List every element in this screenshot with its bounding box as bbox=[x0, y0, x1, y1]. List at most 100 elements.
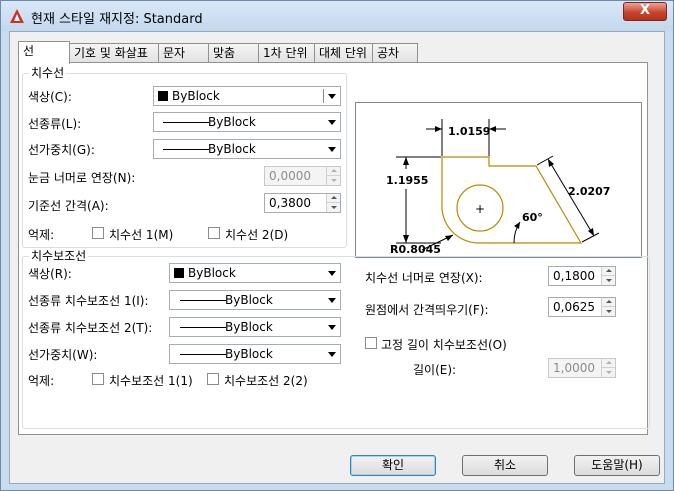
chevron-down-icon bbox=[328, 271, 336, 276]
spinner-value: 0,0625 bbox=[553, 300, 595, 314]
preview-pane: + 1.0159 1.1955 2.0207 60° R0.8045 bbox=[355, 102, 642, 258]
help-button[interactable]: 도움말(H) bbox=[574, 455, 660, 476]
combo-value: ByBlock bbox=[208, 115, 256, 129]
tab-tolerances[interactable]: 공차 bbox=[372, 43, 418, 63]
spinner-value: 0,1800 bbox=[553, 269, 595, 283]
cancel-button[interactable]: 취소 bbox=[462, 455, 548, 476]
spin-down-icon[interactable] bbox=[327, 203, 340, 212]
extend-ticks-label: 눈금 너머로 연장(N): bbox=[28, 171, 136, 185]
baseline-spacing-spinner[interactable]: 0,3800 bbox=[264, 193, 341, 213]
combo-value: ByBlock bbox=[225, 347, 273, 361]
angle-text: 60° bbox=[522, 211, 543, 224]
spinner-buttons bbox=[326, 167, 340, 185]
spinner-value: 0,3800 bbox=[269, 196, 311, 210]
extension-lines-group: 치수보조선 색상(R): ByBlock 선종류 치수보조선 1(I): ByB… bbox=[22, 249, 650, 429]
chevron-down-icon bbox=[328, 325, 336, 330]
length-label: 길이(E): bbox=[413, 363, 457, 377]
tab-primary-units[interactable]: 1차 단위 bbox=[258, 43, 315, 63]
spinner-buttons bbox=[601, 267, 615, 285]
ext-linetype2-combo[interactable]: ByBlock bbox=[169, 317, 341, 337]
spin-down-icon[interactable] bbox=[602, 368, 615, 377]
line-sample bbox=[180, 300, 226, 301]
dialog-window: 현재 스타일 재지정: Standard X 선 기호 및 화살표 문자 맞춤 … bbox=[0, 0, 674, 491]
combo-value: ByBlock bbox=[172, 89, 220, 103]
autocad-app-icon bbox=[10, 9, 24, 23]
line-sample bbox=[180, 354, 226, 355]
spin-down-icon[interactable] bbox=[602, 276, 615, 285]
combo-value: ByBlock bbox=[188, 266, 236, 280]
color-swatch bbox=[158, 91, 168, 101]
spin-up-icon[interactable] bbox=[602, 267, 615, 276]
ext-linetype2-label: 선종류 치수보조선 2(T): bbox=[28, 321, 153, 335]
suppress-ext-line-1-checkbox[interactable] bbox=[92, 373, 104, 385]
tab-alternate-units[interactable]: 대체 단위 bbox=[314, 43, 373, 63]
length-spinner[interactable]: 1,0000 bbox=[548, 358, 616, 378]
color-label: 색상(C): bbox=[28, 90, 72, 104]
combo-value: ByBlock bbox=[208, 142, 256, 156]
ext-linetype1-label: 선종류 치수보조선 1(I): bbox=[28, 294, 149, 308]
spin-up-icon[interactable] bbox=[602, 298, 615, 307]
ext-color-label: 색상(R): bbox=[28, 267, 72, 281]
tab-text[interactable]: 문자 bbox=[158, 43, 209, 63]
dim-color-combo[interactable]: ByBlock bbox=[153, 86, 341, 106]
ext-linetype1-combo[interactable]: ByBlock bbox=[169, 290, 341, 310]
dim-linetype-combo[interactable]: ByBlock bbox=[153, 112, 341, 132]
spinner-buttons bbox=[326, 194, 340, 212]
extend-ticks-spinner[interactable]: 0,0000 bbox=[264, 166, 341, 186]
chevron-down-icon bbox=[328, 298, 336, 303]
chevron-down-icon bbox=[328, 94, 336, 99]
spinner-buttons bbox=[601, 298, 615, 316]
lines-tab-page: 치수선 색상(C): ByBlock 선종류(L): ByBlock 선가중치(… bbox=[18, 62, 650, 435]
spinner-value: 0,0000 bbox=[269, 169, 311, 183]
tab-lines[interactable]: 선 bbox=[18, 41, 70, 64]
extend-beyond-label: 치수선 너머로 연장(X): bbox=[365, 271, 483, 285]
ext-lineweight-combo[interactable]: ByBlock bbox=[169, 344, 341, 364]
spin-up-icon[interactable] bbox=[602, 359, 615, 368]
title-bar[interactable]: 현재 스타일 재지정: Standard X bbox=[1, 1, 673, 31]
spin-up-icon[interactable] bbox=[327, 194, 340, 203]
spinner-buttons bbox=[601, 359, 615, 377]
chevron-down-icon bbox=[328, 120, 336, 125]
tab-fit[interactable]: 맞춤 bbox=[208, 43, 259, 63]
suppress-ext-line-2-checkbox[interactable] bbox=[207, 373, 219, 385]
dimension-left-text: 1.1955 bbox=[386, 174, 428, 187]
spin-down-icon[interactable] bbox=[602, 307, 615, 316]
close-button[interactable]: X bbox=[623, 2, 667, 21]
dim-lineweight-combo[interactable]: ByBlock bbox=[153, 139, 341, 159]
line-sample bbox=[163, 149, 209, 150]
dimension-lines-group: 치수선 색상(C): ByBlock 선종류(L): ByBlock 선가중치(… bbox=[22, 66, 347, 248]
group-title: 치수보조선 bbox=[29, 249, 89, 263]
suppress-dim-line-2-label: 치수선 2(D) bbox=[225, 228, 289, 242]
preview-part-outline bbox=[441, 156, 583, 244]
chevron-down-icon bbox=[328, 147, 336, 152]
ok-button[interactable]: 확인 bbox=[350, 455, 436, 476]
spinner-value: 1,0000 bbox=[553, 361, 595, 375]
color-swatch bbox=[174, 268, 184, 278]
center-mark: + bbox=[475, 202, 485, 216]
fixed-length-label: 고정 길이 치수보조선(O) bbox=[381, 338, 507, 352]
ext-lineweight-label: 선가중치(W): bbox=[28, 348, 98, 362]
tab-symbols-arrows[interactable]: 기호 및 화살표 bbox=[69, 43, 159, 63]
dialog-client-area: 선 기호 및 화살표 문자 맞춤 1차 단위 대체 단위 공차 치수선 색상(C… bbox=[9, 31, 665, 484]
line-sample bbox=[180, 327, 226, 328]
preview-drawing: + 1.0159 1.1955 2.0207 60° R0.8045 bbox=[386, 119, 610, 256]
offset-origin-spinner[interactable]: 0,0625 bbox=[548, 297, 616, 317]
offset-origin-label: 원점에서 간격띄우기(F): bbox=[365, 303, 489, 317]
combo-value: ByBlock bbox=[225, 320, 273, 334]
suppress-dim-line-1-checkbox[interactable] bbox=[92, 227, 104, 239]
suppress-ext-line-1-label: 치수보조선 1(1) bbox=[109, 374, 193, 388]
dimension-top-text: 1.0159 bbox=[448, 125, 490, 138]
suppress-dim-line-1-label: 치수선 1(M) bbox=[109, 228, 174, 242]
window-title: 현재 스타일 재지정: Standard bbox=[31, 12, 203, 27]
group-title: 치수선 bbox=[29, 66, 67, 80]
ext-suppress-label: 억제: bbox=[28, 374, 55, 388]
spin-down-icon[interactable] bbox=[327, 176, 340, 185]
fixed-length-checkbox[interactable] bbox=[365, 337, 377, 349]
dimension-right-text: 2.0207 bbox=[568, 185, 610, 198]
ext-color-combo[interactable]: ByBlock bbox=[169, 263, 341, 283]
suppress-dim-line-2-checkbox[interactable] bbox=[208, 227, 220, 239]
lineweight-label: 선가중치(G): bbox=[28, 143, 95, 157]
combo-value: ByBlock bbox=[225, 293, 273, 307]
spin-up-icon[interactable] bbox=[327, 167, 340, 176]
extend-beyond-spinner[interactable]: 0,1800 bbox=[548, 266, 616, 286]
